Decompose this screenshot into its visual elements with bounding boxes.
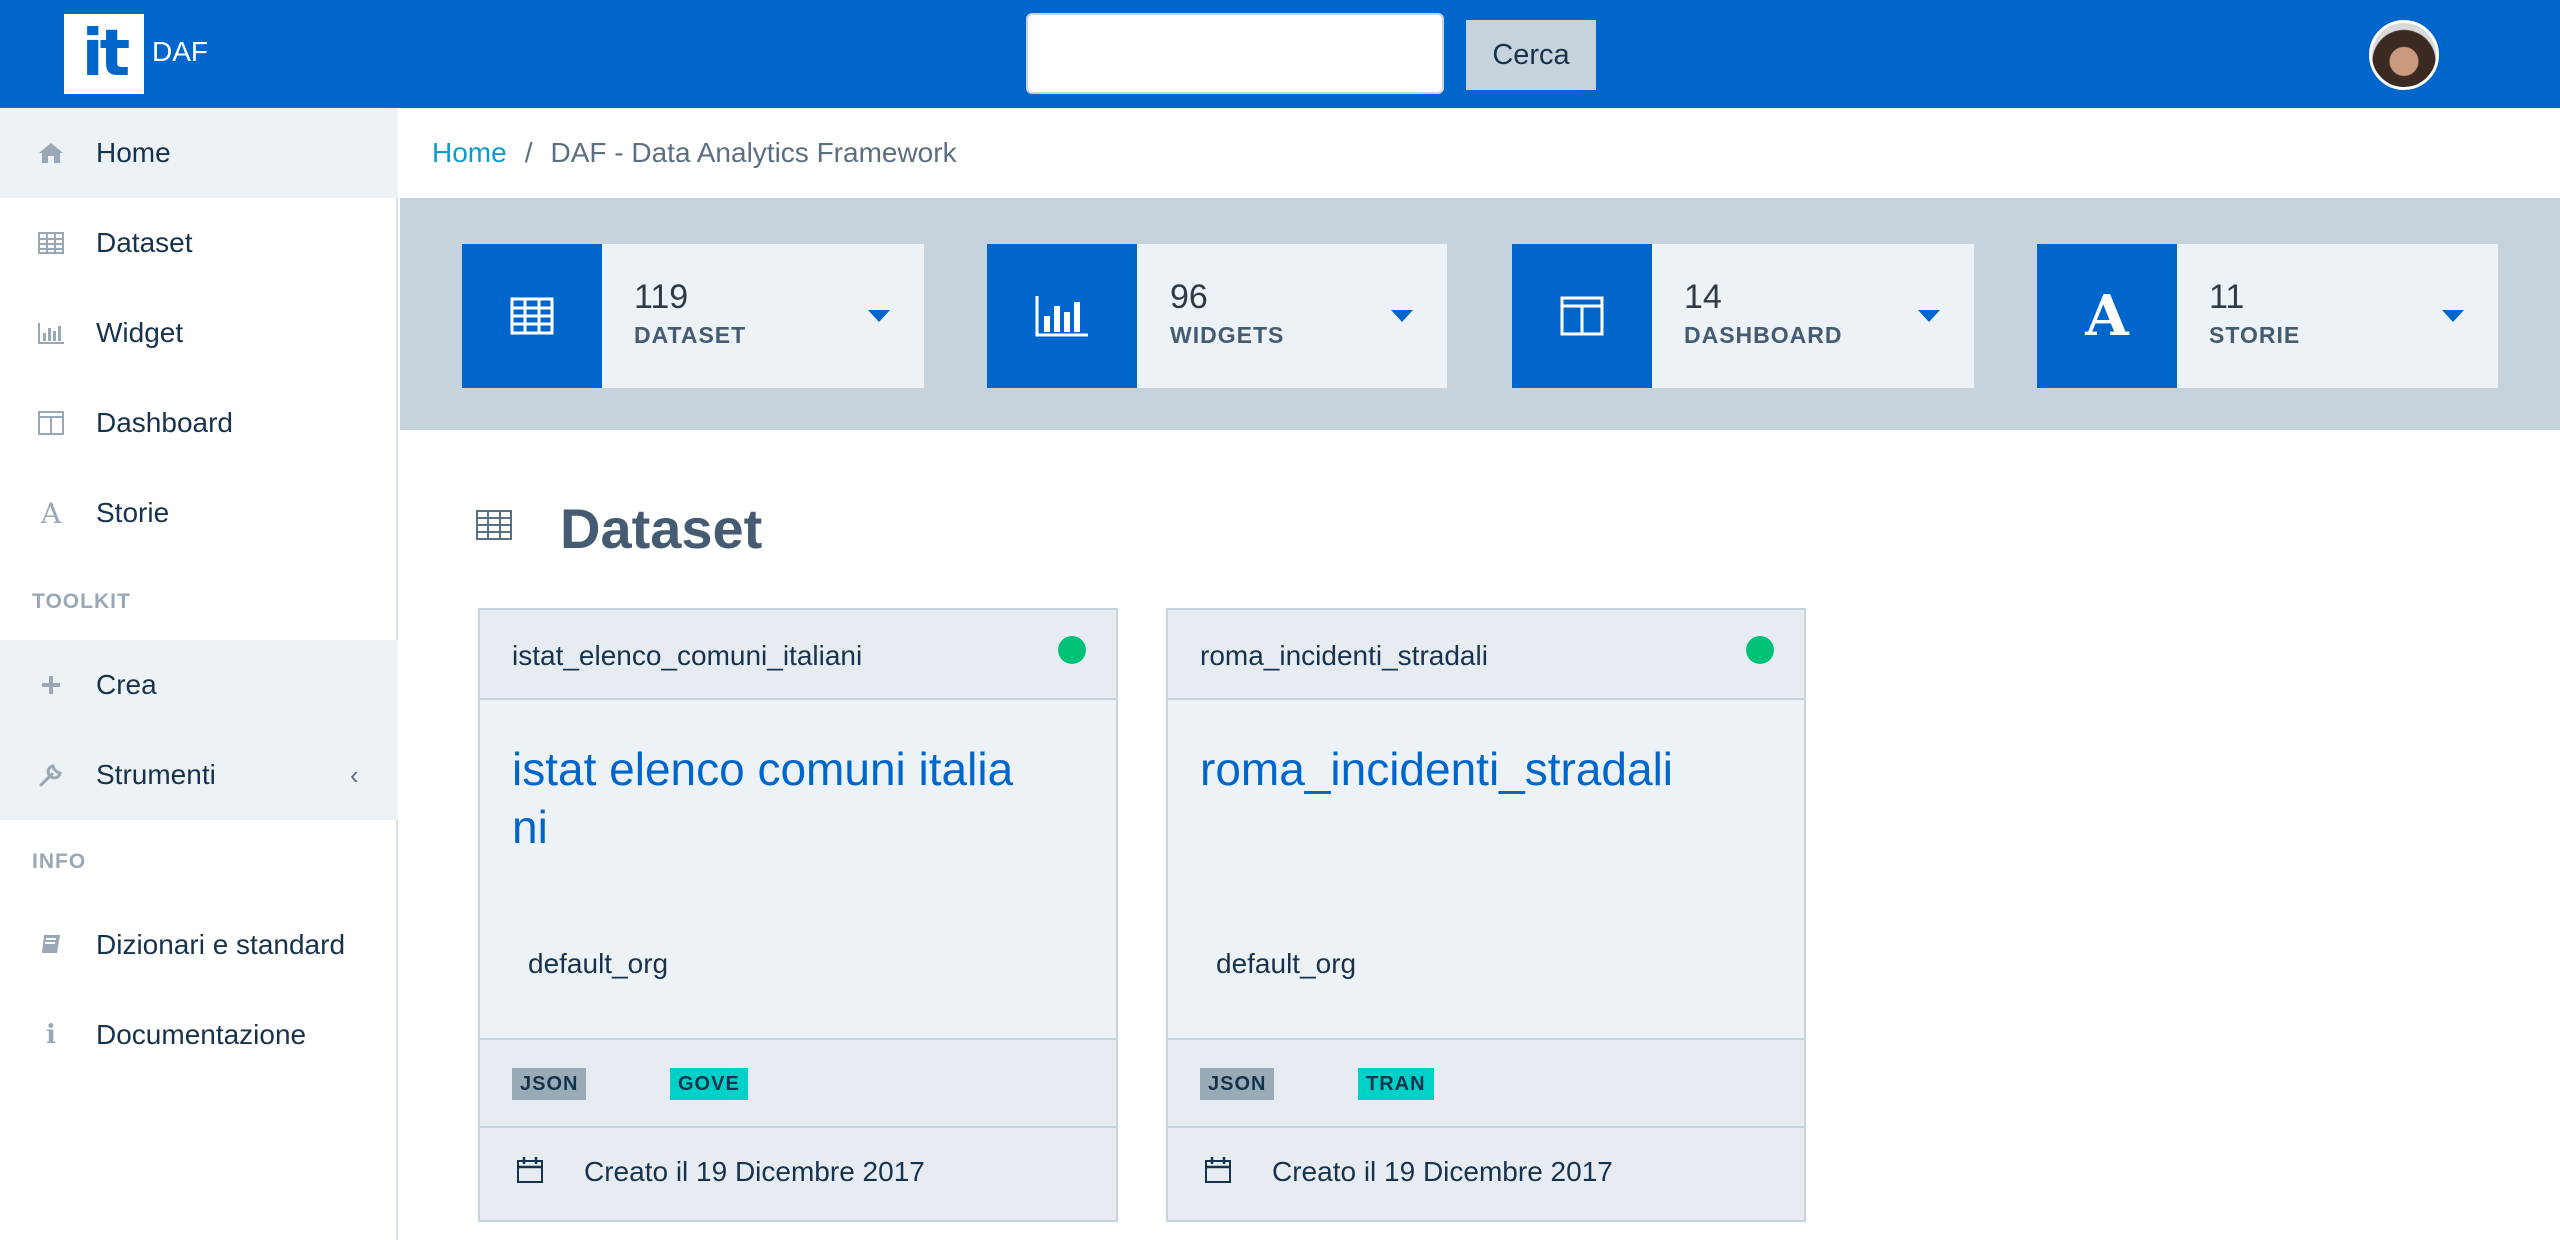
card-header: istat_elenco_comuni_italiani	[480, 610, 1116, 700]
dataset-card[interactable]: roma_incidenti_stradali roma_incidenti_s…	[1166, 608, 1806, 1222]
stat-label: DATASET	[634, 322, 747, 348]
stats-band: 119 DATASET 96 WIDGETS 14 DASHBOARD A 11…	[400, 200, 2560, 430]
app-name[interactable]: DAF	[152, 34, 208, 70]
top-navbar: it DAF Cerca	[0, 0, 2560, 108]
sidebar-item-dataset[interactable]: Dataset	[0, 198, 398, 288]
logo-glyph: it	[81, 17, 130, 91]
dataset-org: default_org	[528, 948, 669, 979]
breadcrumb-current: DAF - Data Analytics Framework	[550, 137, 957, 168]
sidebar-item-storie[interactable]: A Storie	[0, 468, 398, 558]
stat-label: STORIE	[2209, 322, 2301, 348]
created-date: Creato il 19 Dicembre 2017	[584, 1156, 925, 1187]
stat-card-widgets[interactable]: 96 WIDGETS	[987, 244, 1447, 388]
dataset-title-link[interactable]: roma_incidenti_stradali	[1200, 740, 1720, 798]
table-icon	[462, 244, 602, 388]
card-header: roma_incidenti_stradali	[1168, 610, 1804, 700]
stat-count: 14	[1684, 278, 1722, 316]
sidebar-item-label: Home	[96, 137, 171, 168]
stat-count: 96	[1170, 278, 1208, 316]
theme-badge: GOVE	[670, 1068, 748, 1100]
stat-label: DASHBOARD	[1684, 322, 1843, 348]
dataset-org: default_org	[1216, 948, 1357, 979]
home-icon	[34, 136, 68, 170]
info-icon: i	[46, 1020, 56, 1050]
sidebar: Home Dataset Widget Dashboard A Storie T…	[0, 108, 398, 1240]
plus-icon	[34, 668, 68, 702]
sidebar-item-dashboard[interactable]: Dashboard	[0, 378, 398, 468]
sidebar-item-label: Widget	[96, 317, 184, 348]
calendar-icon	[1204, 1156, 1232, 1184]
status-dot-icon	[1058, 636, 1086, 664]
book-icon	[34, 928, 68, 962]
logo[interactable]: it	[64, 14, 144, 94]
dataset-slug: istat_elenco_comuni_italiani	[512, 640, 863, 671]
card-footer: Creato il 19 Dicembre 2017	[1168, 1128, 1804, 1220]
dataset-card[interactable]: istat_elenco_comuni_italiani istat elenc…	[478, 608, 1118, 1222]
stat-card-storie[interactable]: A 11 STORIE	[2037, 244, 2498, 388]
stat-card-dataset[interactable]: 119 DATASET	[462, 244, 924, 388]
breadcrumb: Home / DAF - Data Analytics Framework	[400, 108, 2560, 200]
caret-down-icon[interactable]	[1391, 310, 1413, 322]
format-badge: JSON	[512, 1068, 587, 1100]
sidebar-item-crea[interactable]: Crea	[0, 640, 398, 730]
sidebar-item-label: Storie	[96, 497, 170, 528]
card-footer: Creato il 19 Dicembre 2017	[480, 1128, 1116, 1220]
columns-icon	[1512, 244, 1652, 388]
card-tags: JSON TRAN	[1168, 1038, 1804, 1128]
bar-chart-icon	[34, 316, 68, 350]
theme-badge: TRAN	[1358, 1068, 1434, 1100]
columns-icon	[34, 406, 68, 440]
stat-count: 11	[2209, 278, 2245, 316]
breadcrumb-home-link[interactable]: Home	[432, 137, 507, 169]
font-icon: A	[40, 496, 62, 530]
caret-down-icon[interactable]	[868, 310, 890, 322]
format-badge: JSON	[1200, 1068, 1275, 1100]
avatar[interactable]	[2369, 20, 2439, 90]
sidebar-item-label: Strumenti	[96, 759, 216, 790]
stat-count: 119	[634, 278, 689, 316]
sidebar-item-strumenti[interactable]: Strumenti ‹	[0, 730, 398, 820]
table-icon	[34, 226, 68, 260]
section-label-toolkit: TOOLKIT	[32, 590, 131, 613]
caret-down-icon[interactable]	[1918, 310, 1940, 322]
sidebar-item-widget[interactable]: Widget	[0, 288, 398, 378]
stat-card-dashboard[interactable]: 14 DASHBOARD	[1512, 244, 1974, 388]
bar-chart-icon	[987, 244, 1137, 388]
caret-down-icon[interactable]	[2442, 310, 2464, 322]
dataset-slug: roma_incidenti_stradali	[1200, 640, 1488, 671]
table-icon	[476, 510, 512, 542]
sidebar-item-label: Dizionari e standard	[96, 929, 346, 960]
card-tags: JSON GOVE	[480, 1038, 1116, 1128]
sidebar-item-label: Dataset	[96, 227, 193, 258]
breadcrumb-separator: /	[524, 137, 533, 168]
page-title: Dataset	[560, 497, 763, 560]
calendar-icon	[516, 1156, 544, 1184]
chevron-left-icon[interactable]: ‹	[350, 760, 359, 791]
stat-label: WIDGETS	[1170, 322, 1285, 348]
dataset-title-link[interactable]: istat elenco comuni italiani	[512, 740, 1032, 856]
search-input[interactable]	[1026, 13, 1444, 94]
wrench-icon	[34, 758, 68, 792]
font-icon: A	[2037, 244, 2177, 388]
sidebar-item-label: Dashboard	[96, 407, 233, 438]
sidebar-item-documentazione[interactable]: i Documentazione	[0, 990, 398, 1080]
sidebar-item-dizionari[interactable]: Dizionari e standard	[0, 900, 398, 990]
sidebar-item-label: Crea	[96, 669, 157, 700]
sidebar-item-home[interactable]: Home	[0, 108, 398, 198]
section-label-info: INFO	[32, 850, 87, 873]
status-dot-icon	[1746, 636, 1774, 664]
sidebar-item-label: Documentazione	[96, 1019, 307, 1050]
created-date: Creato il 19 Dicembre 2017	[1272, 1156, 1613, 1187]
search-button[interactable]: Cerca	[1466, 20, 1596, 90]
